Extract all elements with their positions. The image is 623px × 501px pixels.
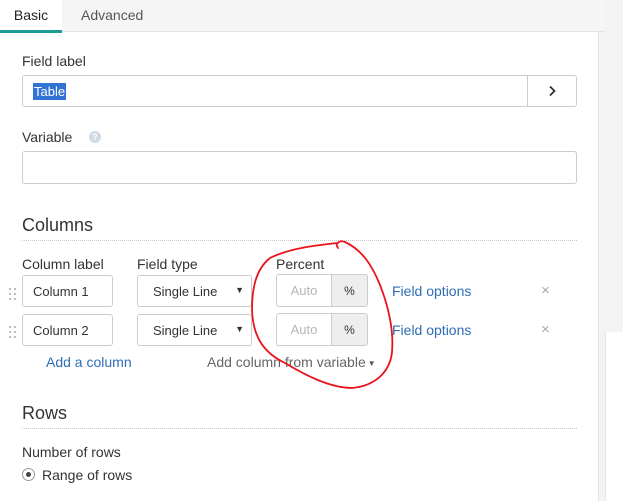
tab-basic[interactable]: Basic [0,0,62,33]
percent-input[interactable]: Auto [276,274,331,307]
tab-advanced[interactable]: Advanced [81,0,143,32]
field-options-link[interactable]: Field options [392,283,471,299]
columns-divider [22,240,577,241]
field-type-value: Single Line [153,283,218,299]
percent-suffix: % [331,274,368,307]
add-column-link[interactable]: Add a column [46,354,132,370]
add-column-from-variable-link[interactable]: Add column from variable ▼ [207,354,376,370]
field-options-link[interactable]: Field options [392,322,471,338]
field-label-heading: Field label [22,53,86,69]
range-of-rows-label: Range of rows [42,467,133,483]
remove-column-icon[interactable]: × [541,321,550,338]
field-type-header: Field type [137,256,198,272]
field-label-input[interactable]: Table [22,75,528,107]
question-circle-icon[interactable]: ? [89,131,101,143]
caret-down-icon: ▼ [235,285,244,295]
field-type-select[interactable]: Single Line ▼ [137,314,252,346]
percent-suffix: % [331,313,368,346]
remove-column-icon[interactable]: × [541,282,550,299]
variable-input[interactable] [22,151,577,184]
caret-down-icon: ▼ [235,324,244,334]
drag-handle-icon[interactable] [9,288,17,304]
column-label-input[interactable]: Column 2 [22,314,113,346]
field-type-select[interactable]: Single Line ▼ [137,275,252,307]
rows-divider [22,428,577,429]
adjacent-panel-edge [598,0,623,501]
tab-bar: Basic Advanced [0,0,605,33]
percent-header: Percent [276,256,325,272]
range-of-rows-radio[interactable] [22,468,35,481]
field-label-value: Table [33,82,67,100]
column-label-input[interactable]: Column 1 [22,275,113,307]
field-label-expand-button[interactable] [527,75,577,107]
field-type-value: Single Line [153,322,218,338]
caret-down-icon: ▼ [367,358,376,368]
adjacent-panel-lower [605,332,623,501]
number-of-rows-label: Number of rows [22,444,121,460]
column-label-header: Column label [22,256,104,272]
variable-heading: Variable [22,129,73,145]
percent-input[interactable]: Auto [276,313,331,346]
chevron-right-icon [549,85,556,97]
drag-handle-icon[interactable] [9,326,17,342]
add-column-from-variable-label: Add column from variable [207,354,366,370]
rows-section-title: Rows [22,403,68,423]
columns-section-title: Columns [22,215,94,235]
field-settings-panel: Basic Advanced Field label Table Variabl… [0,0,605,501]
